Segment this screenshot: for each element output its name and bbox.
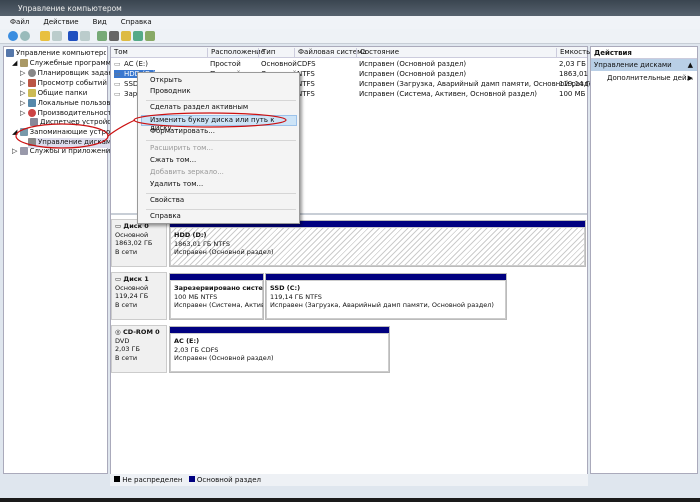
annotation-circle-menu-item [133,112,287,128]
red-annotation [15,112,287,149]
window: Управление компьютером Файл Действие Вид Сп… [0,0,700,498]
annotation-circle-disk-management [15,123,109,149]
annotation-line [107,119,136,137]
